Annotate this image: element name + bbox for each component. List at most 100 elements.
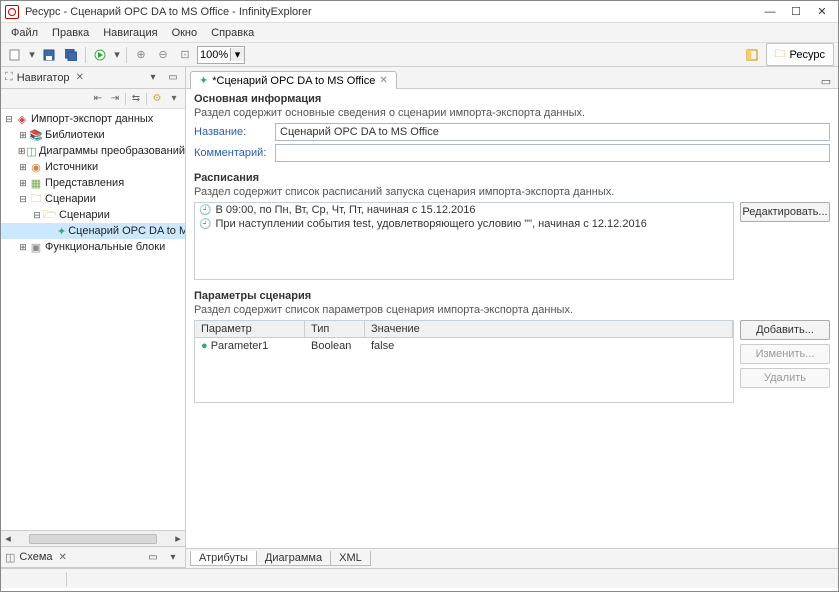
menu-bar: Файл Правка Навигация Окно Справка <box>1 23 838 43</box>
tree-item-scenarios-sub[interactable]: ⊟ 🗁 Сценарии <box>1 207 185 223</box>
scroll-left-icon[interactable]: ◂ <box>1 532 15 545</box>
menu-file[interactable]: Файл <box>5 25 44 41</box>
navigator-title: Навигатор <box>17 72 70 84</box>
source-icon: ◉ <box>29 161 43 174</box>
scroll-right-icon[interactable]: ▸ <box>171 532 185 545</box>
schema-close[interactable]: ✕ <box>59 552 67 563</box>
collapse-icon[interactable]: ⊟ <box>17 194 29 205</box>
editor-tab[interactable]: ✦ *Сценарий OPC DA to MS Office ✕ <box>190 71 397 89</box>
zoom-in-button[interactable]: ⊕ <box>131 45 151 65</box>
params-header: Параметр Тип Значение <box>195 321 733 338</box>
zoom-dropdown-icon[interactable]: ▾ <box>230 48 244 61</box>
comment-label: Комментарий: <box>194 147 269 159</box>
schedule-item[interactable]: 🕘 В 09:00, по Пн, Вт, Ср, Чт, Пт, начина… <box>195 203 733 217</box>
zoom-fit-button[interactable]: ⊡ <box>175 45 195 65</box>
diagram-icon: ◫ <box>26 145 37 158</box>
tree-item-sources[interactable]: ⊞ ◉ Источники <box>1 159 185 175</box>
schedules-title: Расписания <box>194 172 830 184</box>
database-icon: ◈ <box>15 113 29 126</box>
tree-item-scenarios[interactable]: ⊟ 🗀 Сценарии <box>1 191 185 207</box>
app-icon <box>5 5 19 19</box>
params-table[interactable]: Параметр Тип Значение ● Parameter1 Boole… <box>194 320 734 403</box>
schema-menu-button[interactable]: ▭ <box>145 549 161 565</box>
filter-button[interactable]: ▾ <box>167 92 181 106</box>
name-input[interactable] <box>275 123 830 141</box>
minimize-button[interactable]: — <box>758 3 782 21</box>
status-cell <box>7 572 67 586</box>
tree-root[interactable]: ⊟ ◈ Импорт-экспорт данных <box>1 111 185 127</box>
view-menu-button[interactable]: ▾ <box>145 70 161 86</box>
collapse-icon[interactable]: ⊟ <box>31 210 43 221</box>
zoom-out-button[interactable]: ⊖ <box>153 45 173 65</box>
maximize-button[interactable]: ☐ <box>784 3 808 21</box>
schedule-item[interactable]: 🕘 При наступлении события test, удовлетв… <box>195 217 733 231</box>
minimize-panel-button[interactable]: ▭ <box>165 70 181 86</box>
navigator-toolbar: ⇤ ⇥ ⇆ ⚙ ▾ <box>1 89 185 109</box>
expand-icon[interactable]: ⊞ <box>17 178 29 189</box>
menu-edit[interactable]: Правка <box>46 25 95 41</box>
zoom-input[interactable] <box>198 49 230 61</box>
param-row[interactable]: ● Parameter1 Boolean false <box>195 338 733 354</box>
tab-diagram[interactable]: Диаграмма <box>256 551 331 566</box>
zoom-combo[interactable]: ▾ <box>197 46 245 64</box>
col-value[interactable]: Значение <box>365 321 733 337</box>
col-param[interactable]: Параметр <box>195 321 305 337</box>
params-desc: Раздел содержит список параметров сценар… <box>194 304 830 316</box>
expand-button[interactable]: ⇥ <box>108 92 122 106</box>
schema-icon: ◫ <box>5 551 15 564</box>
collapse-button[interactable]: ⇤ <box>91 92 105 106</box>
col-type[interactable]: Тип <box>305 321 365 337</box>
new-dropdown[interactable]: ▾ <box>27 45 37 65</box>
main-toolbar: ▾ ▾ ⊕ ⊖ ⊡ ▾ 🗀 Ресурс <box>1 43 838 67</box>
resource-label: Ресурс <box>790 49 825 61</box>
tree-hscrollbar[interactable]: ◂ ▸ <box>1 530 185 546</box>
resource-perspective[interactable]: 🗀 Ресурс <box>766 43 834 66</box>
tree-item-libraries[interactable]: ⊞ 📚 Библиотеки <box>1 127 185 143</box>
block-icon: ▣ <box>29 241 43 254</box>
title-bar: Ресурс - Сценарий OPC DA to MS Office - … <box>1 1 838 23</box>
collapse-icon[interactable]: ⊟ <box>3 114 15 125</box>
perspective-button[interactable] <box>742 45 762 65</box>
add-param-button[interactable]: Добавить... <box>740 320 830 340</box>
run-button[interactable] <box>90 45 110 65</box>
view-icon: ▦ <box>29 177 43 190</box>
schedules-list[interactable]: 🕘 В 09:00, по Пн, Вт, Ср, Чт, Пт, начина… <box>194 202 734 280</box>
tree-item-scenario-opc[interactable]: ✦ Сценарий OPC DA to MS Off <box>1 223 185 239</box>
menu-help[interactable]: Справка <box>205 25 260 41</box>
sync-button[interactable]: ⇆ <box>129 92 143 106</box>
expand-icon[interactable]: ⊞ <box>17 130 29 141</box>
tab-close-icon[interactable]: ✕ <box>379 75 387 86</box>
run-dropdown[interactable]: ▾ <box>112 45 122 65</box>
folder-icon: 🗀 <box>775 45 786 64</box>
schema-header: ◫ Схема ✕ ▭ ▾ <box>1 546 185 568</box>
schema-min-button[interactable]: ▾ <box>165 549 181 565</box>
expand-icon[interactable]: ⊞ <box>17 162 29 173</box>
tree-item-blocks[interactable]: ⊞ ▣ Функциональные блоки <box>1 239 185 255</box>
bottom-tab-bar: Атрибуты Диаграмма XML <box>186 548 838 568</box>
close-button[interactable]: ✕ <box>810 3 834 21</box>
folder-icon: 🗀 <box>29 190 43 209</box>
folder-open-icon: 🗁 <box>43 206 57 225</box>
save-all-button[interactable] <box>61 45 81 65</box>
schema-title: Схема <box>19 551 52 563</box>
editor-max-button[interactable]: ▭ <box>818 75 834 88</box>
navigator-tree[interactable]: ⊟ ◈ Импорт-экспорт данных ⊞ 📚 Библиотеки… <box>1 109 185 530</box>
expand-icon[interactable]: ⊞ <box>17 146 26 157</box>
scenario-icon: ✦ <box>199 74 208 87</box>
expand-icon[interactable]: ⊞ <box>17 242 29 253</box>
tree-item-diagrams[interactable]: ⊞ ◫ Диаграммы преобразований <box>1 143 185 159</box>
scroll-thumb[interactable] <box>29 534 157 544</box>
tab-attributes[interactable]: Атрибуты <box>190 551 257 566</box>
link-button[interactable]: ⚙ <box>150 92 164 106</box>
menu-window[interactable]: Окно <box>166 25 204 41</box>
save-button[interactable] <box>39 45 59 65</box>
delete-param-button[interactable]: Удалить <box>740 368 830 388</box>
comment-input[interactable] <box>275 144 830 162</box>
menu-navigate[interactable]: Навигация <box>97 25 163 41</box>
edit-param-button[interactable]: Изменить... <box>740 344 830 364</box>
edit-schedule-button[interactable]: Редактировать... <box>740 202 830 222</box>
new-button[interactable] <box>5 45 25 65</box>
schedule-text: В 09:00, по Пн, Вт, Ср, Чт, Пт, начиная … <box>215 204 475 216</box>
navigator-close[interactable]: ✕ <box>76 72 84 83</box>
tab-xml[interactable]: XML <box>330 551 371 566</box>
